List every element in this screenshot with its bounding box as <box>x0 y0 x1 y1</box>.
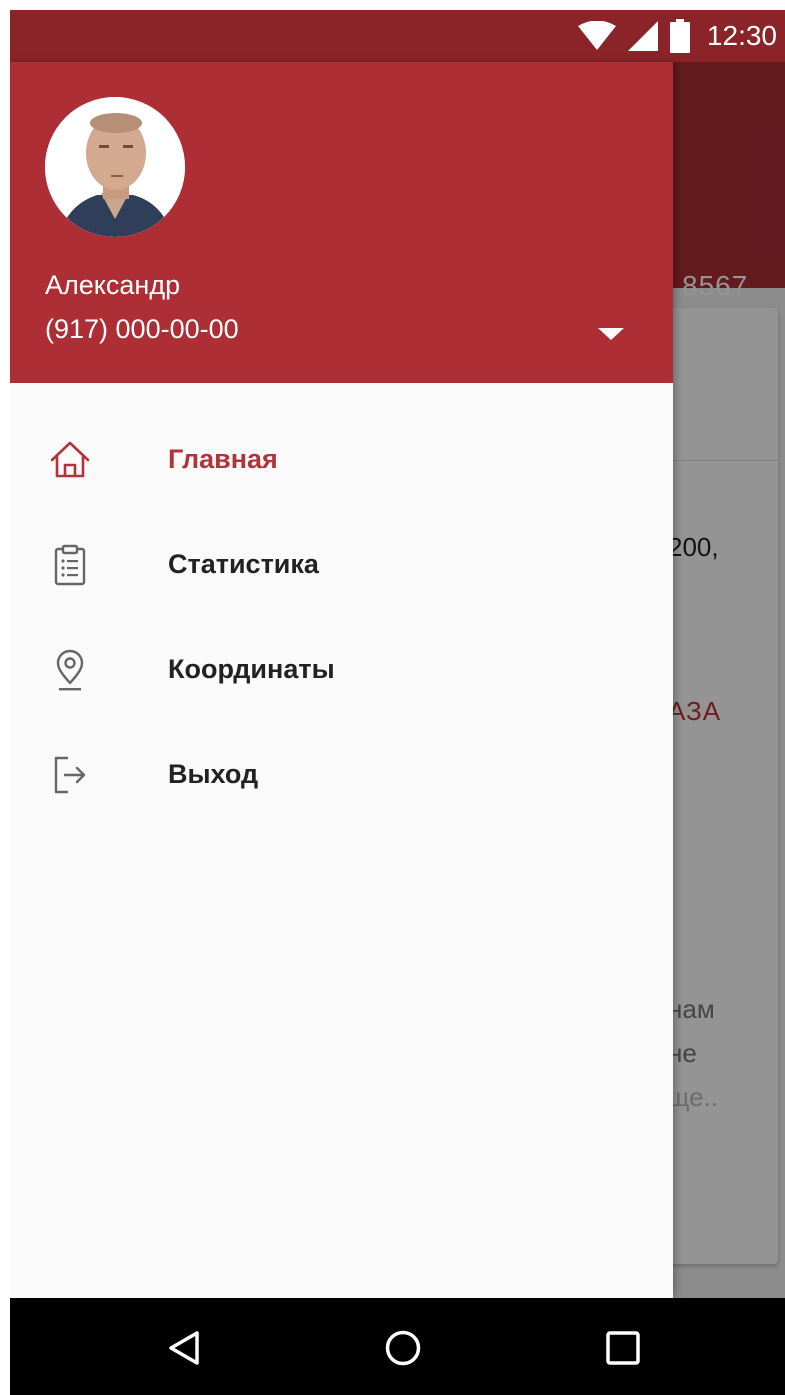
home-icon <box>48 438 92 482</box>
avatar-photo-image <box>45 97 185 237</box>
cell-signal-icon <box>627 21 658 51</box>
menu-item-coordinates[interactable]: Координаты <box>10 618 673 723</box>
menu-item-label: Координаты <box>168 654 335 684</box>
drawer-menu: Главная Статистика Координаты Выход <box>10 408 673 828</box>
menu-item-label: Главная <box>168 444 278 474</box>
menu-item-logout[interactable]: Выход <box>10 723 673 828</box>
status-time: 12:30 <box>706 20 777 51</box>
battery-icon <box>669 19 690 53</box>
menu-item-home[interactable]: Главная <box>10 408 673 513</box>
clipboard-list-icon <box>48 543 92 587</box>
navigation-drawer: Александр (917) 000-00-00 Главная Статис… <box>10 62 673 1298</box>
user-phone: (917) 000-00-00 <box>45 314 239 344</box>
location-pin-icon <box>48 648 92 692</box>
wifi-icon <box>577 21 616 50</box>
account-dropdown-icon[interactable] <box>596 324 626 344</box>
menu-item-label: Выход <box>168 759 259 789</box>
recents-square-icon[interactable] <box>603 1328 643 1368</box>
menu-item-statistics[interactable]: Статистика <box>10 513 673 618</box>
system-navigation-bar <box>10 1298 785 1395</box>
logout-icon <box>48 753 92 797</box>
drawer-header: Александр (917) 000-00-00 <box>10 62 673 383</box>
avatar[interactable] <box>45 97 185 237</box>
back-icon[interactable] <box>165 1328 205 1368</box>
home-circle-icon[interactable] <box>383 1328 423 1368</box>
user-name: Александр <box>45 270 181 300</box>
status-bar: 12:30 <box>10 10 785 62</box>
menu-item-label: Статистика <box>168 549 319 579</box>
phone-screen: 8567 200, АЗА нам не ще.. 12:30 Александ… <box>10 10 785 1395</box>
